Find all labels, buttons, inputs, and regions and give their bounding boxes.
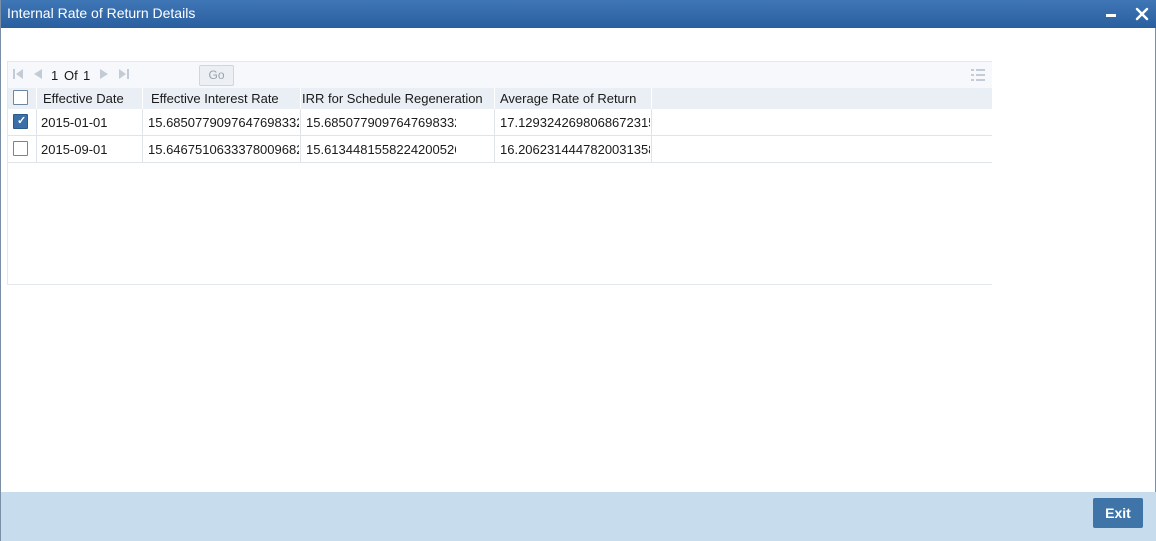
- cell-divider: [36, 136, 37, 162]
- header-divider: [36, 88, 37, 109]
- title-bar: Internal Rate of Return Details: [1, 0, 1156, 28]
- check-mark-icon: ✓: [17, 115, 27, 127]
- close-button[interactable]: [1132, 4, 1152, 24]
- cell-divider: [494, 109, 495, 135]
- minimize-button[interactable]: [1101, 4, 1121, 24]
- go-button[interactable]: Go: [199, 65, 234, 86]
- page-number-input[interactable]: [148, 65, 200, 86]
- next-page-icon[interactable]: [98, 68, 112, 82]
- effective-date-cell: 2015-09-01: [41, 142, 108, 157]
- column-header-effective-interest-rate[interactable]: Effective Interest Rate: [151, 91, 279, 106]
- close-icon: [1135, 7, 1149, 21]
- cell-divider: [494, 136, 495, 162]
- average-rate-of-return-cell: 16.20623144478200313585: [500, 142, 650, 157]
- header-divider: [142, 88, 143, 109]
- total-pages: 1: [83, 68, 91, 83]
- select-all-checkbox[interactable]: [13, 90, 28, 105]
- cell-divider: [300, 136, 301, 162]
- footer-bar: [1, 492, 1156, 541]
- cell-divider: [651, 109, 652, 135]
- header-divider: [651, 88, 652, 109]
- window-title: Internal Rate of Return Details: [7, 5, 196, 21]
- grid-toolbar: 1 Of 1 Go: [8, 62, 992, 88]
- table-row[interactable]: 2015-09-01 15.64675106333780096826 15.61…: [8, 136, 992, 163]
- column-header-average-rate-of-return[interactable]: Average Rate of Return: [500, 91, 636, 106]
- table-row[interactable]: ✓ 2015-01-01 15.68507790976476983329 15.…: [8, 109, 992, 136]
- cell-divider: [300, 109, 301, 135]
- cell-divider: [142, 136, 143, 162]
- of-label: Of: [64, 68, 78, 83]
- irr-grid: 1 Of 1 Go Effective Date Effective Inter…: [7, 61, 992, 285]
- row-checkbox[interactable]: [13, 141, 28, 156]
- cell-divider: [651, 136, 652, 162]
- effective-date-cell: 2015-01-01: [41, 115, 108, 130]
- cell-divider: [36, 109, 37, 135]
- header-divider: [300, 88, 301, 109]
- cell-divider: [142, 109, 143, 135]
- exit-button[interactable]: Exit: [1093, 498, 1143, 528]
- effective-interest-rate-cell: 15.68507790976476983329: [148, 115, 299, 130]
- header-divider: [494, 88, 495, 109]
- irr-schedule-regeneration-cell: 15.68507790976476983329: [306, 115, 456, 130]
- previous-page-icon[interactable]: [32, 68, 46, 82]
- column-header-effective-date[interactable]: Effective Date: [43, 91, 124, 106]
- current-page: 1: [51, 68, 59, 83]
- table-header: Effective Date Effective Interest Rate I…: [8, 88, 992, 110]
- column-settings-icon[interactable]: [971, 69, 985, 84]
- first-page-icon[interactable]: [12, 68, 26, 82]
- effective-interest-rate-cell: 15.64675106333780096826: [148, 142, 299, 157]
- last-page-icon[interactable]: [118, 68, 132, 82]
- average-rate-of-return-cell: 17.12932426980686723155: [500, 115, 650, 130]
- column-header-irr-schedule-regeneration[interactable]: IRR for Schedule Regeneration: [302, 91, 483, 106]
- row-checkbox[interactable]: ✓: [13, 114, 28, 129]
- irr-schedule-regeneration-cell: 15.61344815582242005260: [306, 142, 456, 157]
- minimize-icon: [1106, 14, 1116, 17]
